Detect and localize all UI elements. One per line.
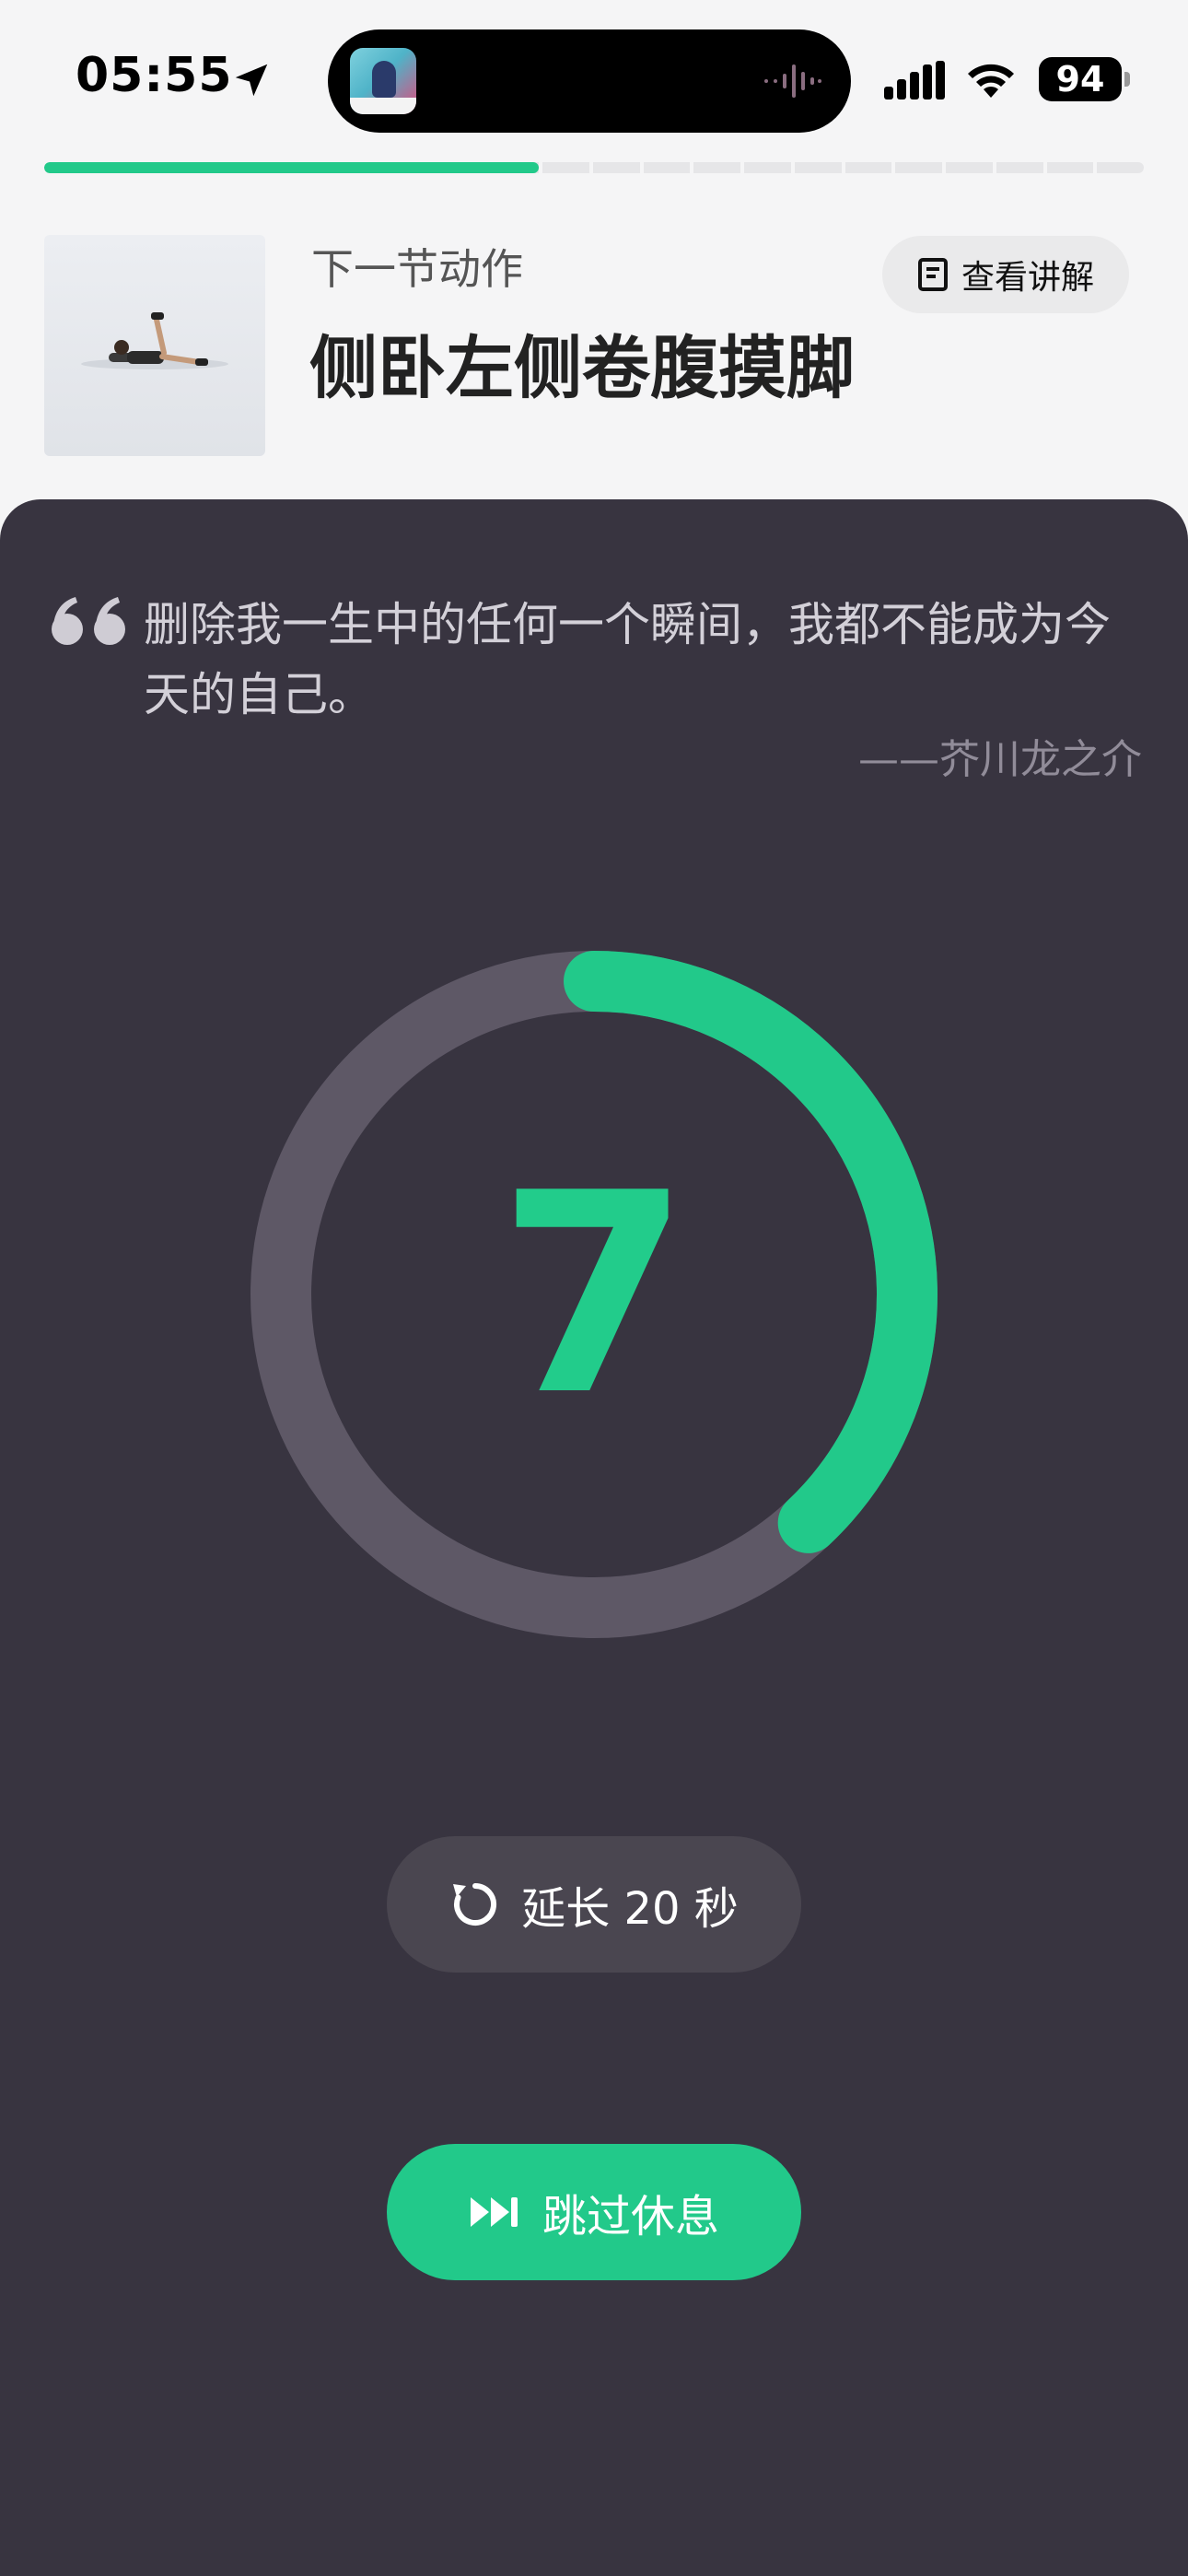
sound-wave-icon — [764, 64, 821, 98]
now-playing-artwork — [350, 48, 416, 114]
quote-author: ——芥川龙之介 — [858, 736, 1142, 783]
cellular-signal-icon — [884, 61, 945, 100]
view-explanation-button[interactable]: 查看讲解 — [882, 236, 1129, 313]
location-arrow-icon — [235, 64, 268, 97]
next-exercise-thumbnail[interactable] — [44, 235, 265, 456]
skip-forward-icon — [470, 2197, 518, 2227]
battery-indicator: 94 — [1039, 57, 1122, 101]
extend-rest-label: 延长 20 秒 — [521, 1883, 739, 1935]
skip-rest-button[interactable]: 跳过休息 — [387, 2144, 801, 2280]
skip-rest-label: 跳过休息 — [542, 2191, 719, 2242]
battery-tip — [1124, 72, 1130, 87]
next-exercise-name: 侧卧左侧卷腹摸脚 — [309, 329, 855, 408]
countdown-number: 7 — [497, 1133, 691, 1456]
next-exercise-label: 下一节动作 — [311, 244, 523, 294]
refresh-icon — [453, 1883, 497, 1926]
progress-segment-divider — [1042, 162, 1047, 173]
progress-segment-divider — [539, 162, 543, 173]
progress-segment-divider — [639, 162, 644, 173]
progress-segment-divider — [1093, 162, 1098, 173]
quote-text: 删除我一生中的任何一个瞬间，我都不能成为今天的自己。 — [144, 598, 1111, 721]
extend-rest-button[interactable]: 延长 20 秒 — [387, 1836, 801, 1973]
progress-segment-divider — [891, 162, 896, 173]
progress-segment-divider — [589, 162, 594, 173]
wifi-icon — [968, 64, 1014, 98]
exercise-figure-icon — [81, 312, 228, 369]
workout-progress-fill — [44, 162, 540, 173]
status-time: 05:55 — [76, 48, 233, 103]
progress-segment-divider — [992, 162, 996, 173]
status-bar: 05:55 94 — [0, 0, 1188, 157]
progress-segment-divider — [740, 162, 745, 173]
progress-segment-divider — [690, 162, 694, 173]
view-explanation-label: 查看讲解 — [961, 259, 1094, 297]
progress-segment-divider — [790, 162, 795, 173]
workout-progress-bar — [44, 162, 1144, 173]
progress-segment-divider — [942, 162, 947, 173]
document-icon — [917, 258, 948, 291]
progress-segment-divider — [841, 162, 845, 173]
quote-mark-icon — [52, 597, 125, 645]
dynamic-island[interactable] — [328, 29, 851, 133]
